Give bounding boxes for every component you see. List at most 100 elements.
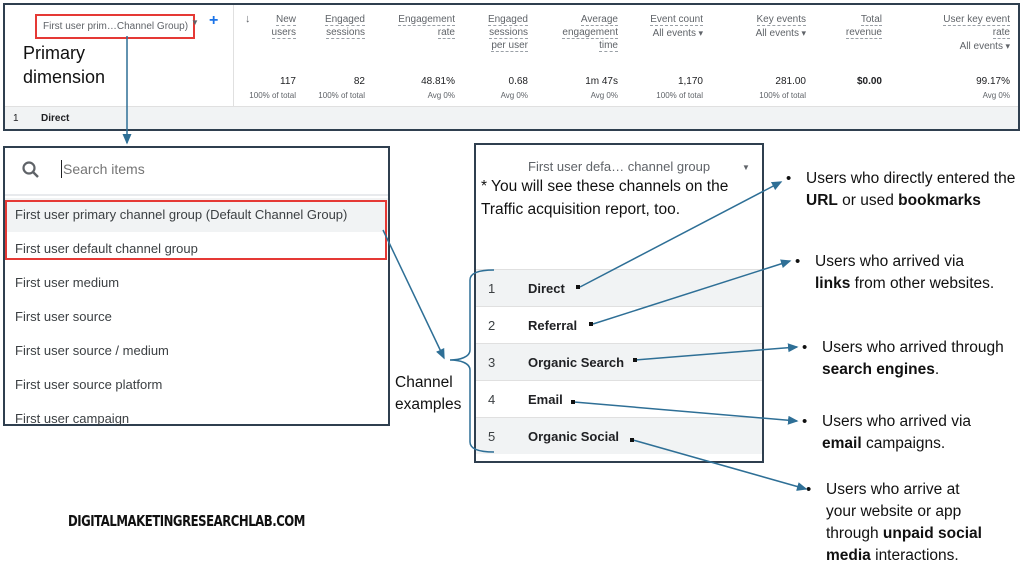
report-table: First user prim…Channel Group) ▼ + Prima…	[3, 3, 1020, 131]
text: Users who directly entered the	[806, 170, 1016, 187]
row-index: 5	[488, 429, 496, 444]
bullet-icon: •	[806, 481, 812, 498]
column-header[interactable]: Key events All events ▾	[756, 13, 806, 40]
dimension-selector[interactable]: First user prim…Channel Group)	[35, 14, 195, 39]
emphasis: URL	[806, 192, 838, 209]
search-input[interactable]	[61, 160, 365, 178]
dropdown-item[interactable]: First user source platform	[5, 368, 388, 402]
column-header-label: users	[271, 27, 296, 39]
dropdown-item[interactable]: First user source	[5, 300, 388, 334]
row-dimension-value: Direct	[41, 113, 70, 124]
row-index: 1	[488, 281, 496, 296]
channel-name: Email	[528, 392, 563, 407]
organic-social-description: • Users who arrive at your website or ap…	[806, 479, 986, 567]
column-header[interactable]: Engaged sessions per user	[487, 13, 528, 52]
total-value: $0.00	[856, 76, 882, 87]
column-total: 99.17% Avg 0%	[976, 75, 1010, 103]
text: Users who arrived through	[822, 339, 1004, 356]
column-total: 281.00 100% of total	[759, 75, 806, 103]
text: from other websites.	[850, 275, 995, 292]
text: campaigns.	[861, 435, 946, 452]
add-dimension-icon[interactable]: +	[209, 12, 218, 30]
annotation-line: Channel	[395, 374, 453, 391]
column-total: $0.00	[857, 75, 882, 89]
bullet-icon: •	[802, 339, 808, 356]
column-header[interactable]: Engaged sessions	[324, 13, 365, 39]
event-filter-dropdown[interactable]: All events ▾	[756, 27, 806, 40]
column-header[interactable]: New users	[271, 13, 296, 39]
row-index: 4	[488, 392, 496, 407]
traffic-acquisition-note: * You will see these channels on the Tra…	[481, 178, 729, 218]
column-header[interactable]: Total revenue	[845, 13, 882, 39]
column-header-label: time	[599, 40, 618, 52]
bullet-icon: •	[802, 413, 808, 430]
emphasis: bookmarks	[898, 192, 981, 209]
total-subtext: Avg 0%	[500, 91, 528, 100]
site-logo: DIGITALMAKETINGRESEARCHLAB.COM	[68, 512, 305, 530]
organic-search-description: • Users who arrived through search engin…	[802, 337, 1024, 381]
email-description: • Users who arrived via email campaigns.	[802, 411, 1012, 455]
dimension-dropdown: First user primary channel group (Defaul…	[3, 146, 390, 426]
chevron-down-icon: ▾	[695, 28, 703, 38]
column-header-label: Total	[860, 14, 882, 26]
dimension-selector-label: First user prim…Channel Group)	[43, 21, 189, 32]
text: Users who arrived via	[822, 413, 972, 430]
channel-examples-label: Channel examples	[395, 372, 461, 416]
total-value: 1m 47s	[585, 76, 618, 87]
table-row[interactable]: 1 Direct	[5, 107, 1018, 129]
dropdown-item[interactable]: First user campaign	[5, 402, 388, 436]
column-header-label: engagement	[562, 27, 618, 39]
column-header-label: per user	[491, 40, 528, 52]
channel-name: Direct	[528, 281, 565, 296]
search-bar	[5, 148, 388, 196]
event-filter-dropdown[interactable]: All events ▾	[650, 27, 703, 40]
channel-name: Organic Social	[528, 429, 620, 444]
total-value: 1,170	[677, 76, 703, 87]
channel-row[interactable]: 5 Organic Social	[476, 417, 762, 454]
channel-row[interactable]: 2 Referral	[476, 306, 762, 343]
text: .	[934, 361, 940, 378]
chevron-down-icon[interactable]: ▼	[742, 163, 750, 172]
column-header[interactable]: Engagement rate	[398, 13, 455, 39]
row-index: 1	[13, 113, 19, 124]
column-total: 48.81% Avg 0%	[421, 75, 455, 103]
total-subtext: 100% of total	[656, 91, 703, 100]
column-header-label: New	[275, 14, 296, 26]
dropdown-item[interactable]: First user primary channel group (Defaul…	[5, 198, 388, 232]
text: interactions.	[870, 547, 959, 564]
total-subtext: 100% of total	[318, 91, 365, 100]
dropdown-item[interactable]: First user default channel group	[5, 232, 388, 266]
channel-row[interactable]: 4 Email	[476, 380, 762, 417]
sort-descending-icon[interactable]: ↓	[245, 13, 251, 25]
column-header-label: Engaged	[487, 14, 528, 26]
chevron-down-icon[interactable]: ▼	[191, 18, 199, 27]
channel-row[interactable]: 3 Organic Search	[476, 343, 762, 380]
row-index: 3	[488, 355, 496, 370]
dropdown-list: First user primary channel group (Defaul…	[5, 198, 388, 436]
channel-group-header[interactable]: First user defa… channel group	[528, 159, 710, 174]
direct-description: • Users who directly entered the URL or …	[786, 168, 1022, 212]
column-header[interactable]: Event count All events ▾	[650, 13, 703, 40]
column-total: 117 100% of total	[249, 75, 296, 103]
annotation-line: dimension	[23, 67, 106, 87]
dropdown-item[interactable]: First user medium	[5, 266, 388, 300]
total-value: 99.17%	[976, 76, 1010, 87]
column-header-label: Average	[580, 14, 618, 26]
total-subtext: Avg 0%	[427, 91, 455, 100]
column-header[interactable]: Average engagement time	[562, 13, 618, 52]
event-filter-label: All events	[959, 41, 1003, 52]
event-filter-dropdown[interactable]: All events ▾	[943, 40, 1010, 53]
column-header-label: revenue	[845, 27, 882, 39]
channel-row[interactable]: 1 Direct	[476, 269, 762, 306]
chevron-down-icon: ▾	[1002, 41, 1010, 51]
dropdown-item[interactable]: First user source / medium	[5, 334, 388, 368]
referral-description: • Users who arrived via links from other…	[795, 251, 995, 295]
chevron-down-icon: ▾	[798, 28, 806, 38]
event-filter-label: All events	[755, 28, 799, 39]
total-subtext: Avg 0%	[982, 91, 1010, 100]
total-subtext: 100% of total	[759, 91, 806, 100]
annotation-line: examples	[395, 396, 462, 413]
column-header[interactable]: User key event rate All events ▾	[943, 13, 1010, 53]
bullet-icon: •	[795, 253, 801, 270]
column-header-label: Key events	[756, 14, 806, 26]
